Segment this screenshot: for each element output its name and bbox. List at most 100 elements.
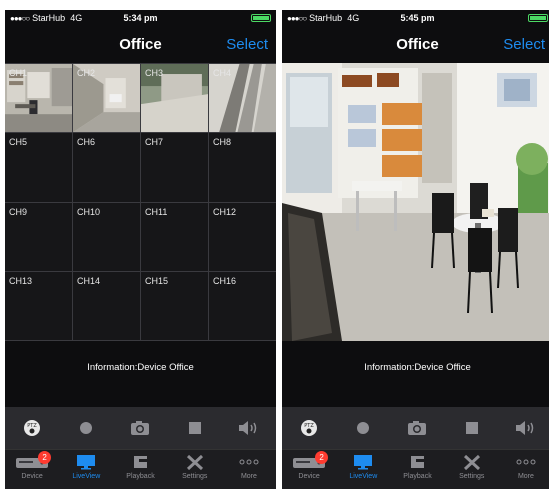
tab-more[interactable]: More	[499, 450, 549, 489]
page-title: Office	[396, 36, 439, 53]
snapshot-icon[interactable]	[405, 417, 429, 439]
liveview-icon	[77, 455, 96, 470]
stop-icon[interactable]	[183, 417, 207, 439]
tab-device[interactable]: 2 Device	[282, 450, 336, 489]
channel-cell[interactable]: CH13	[5, 271, 72, 340]
more-icon	[239, 459, 259, 465]
tab-label: More	[240, 473, 257, 480]
channel-label: CH8	[213, 137, 232, 148]
select-button[interactable]: Select	[503, 36, 545, 53]
channel-cell[interactable]: CH7	[141, 133, 208, 202]
nav-bar: Office Select	[5, 26, 276, 63]
tab-more[interactable]: More	[222, 450, 276, 489]
channel-label: CH3	[145, 68, 164, 78]
tab-label: More	[517, 473, 534, 480]
channel-cell[interactable]: CH14	[73, 271, 140, 340]
status-time: 5:34 pm	[123, 13, 158, 23]
phone-liveview-fullscreen: ●●●○○ StarHub 4G 5:45 pm Office Select I…	[282, 10, 549, 489]
channel-label: CH6	[77, 137, 96, 148]
carrier-name: StarHub	[32, 13, 66, 23]
liveview-toolbar: PTZ	[5, 407, 276, 449]
channel-cell[interactable]: CH9	[5, 202, 72, 271]
channel-label: CH9	[9, 206, 28, 217]
channel-cell[interactable]: CH8	[209, 133, 276, 202]
channel-label: CH14	[77, 275, 101, 286]
tab-liveview[interactable]: LiveView	[59, 450, 113, 489]
tab-settings[interactable]: Settings	[168, 450, 222, 489]
record-icon[interactable]	[74, 417, 98, 439]
battery-icon	[251, 14, 271, 22]
tab-label: LiveView	[349, 473, 378, 480]
signal-dots: ●●●○○	[287, 13, 307, 23]
svg-text:PTZ: PTZ	[304, 423, 314, 429]
battery-icon	[528, 14, 548, 22]
tab-playback[interactable]: Playback	[113, 450, 167, 489]
channel-label: CH13	[9, 275, 33, 286]
record-icon[interactable]	[351, 417, 375, 439]
tab-label: Device	[298, 473, 320, 480]
channel-cell[interactable]: CH2	[73, 64, 140, 133]
channel-label: CH11	[145, 206, 168, 217]
audio-icon[interactable]	[237, 417, 261, 439]
tab-label: Device	[21, 473, 43, 480]
channel-label: CH16	[213, 275, 237, 286]
channel-label: CH4	[213, 68, 232, 78]
notification-badge: 2	[38, 451, 52, 464]
channel-label: CH7	[145, 137, 164, 148]
tab-bar: 2 Device LiveView Playback Settings More	[282, 449, 549, 489]
channel-cell[interactable]: CH12	[209, 202, 276, 271]
channel-label: CH10	[77, 206, 101, 217]
ptz-icon[interactable]: PTZ	[20, 417, 44, 439]
spacer	[282, 393, 549, 407]
nav-bar: Office Select	[282, 26, 549, 63]
stop-icon[interactable]	[460, 417, 484, 439]
ptz-icon[interactable]: PTZ	[297, 417, 321, 439]
settings-icon	[186, 454, 203, 470]
tab-label: Settings	[459, 473, 485, 480]
tab-label: Playback	[403, 473, 432, 480]
tab-liveview[interactable]: LiveView	[336, 450, 390, 489]
snapshot-icon[interactable]	[128, 417, 152, 439]
network-type: 4G	[70, 13, 83, 23]
channel-cell[interactable]: CH1	[5, 64, 72, 133]
audio-icon[interactable]	[514, 417, 538, 439]
network-type: 4G	[347, 13, 360, 23]
channel-label: CH12	[213, 206, 237, 217]
tab-label: LiveView	[72, 473, 101, 480]
channel-cell[interactable]: CH4	[209, 64, 276, 133]
tab-label: Settings	[182, 473, 208, 480]
carrier-name: StarHub	[309, 13, 343, 23]
device-information: Information:Device Office	[282, 341, 549, 393]
office-camera-image	[282, 63, 549, 341]
tab-device[interactable]: 2 Device	[5, 450, 59, 489]
tab-label: Playback	[126, 473, 155, 480]
channel-cell[interactable]: CH3	[141, 64, 208, 133]
playback-icon	[133, 456, 147, 468]
more-icon	[516, 459, 536, 465]
select-button[interactable]: Select	[226, 36, 268, 53]
channel-cell[interactable]: CH6	[73, 133, 140, 202]
signal-dots: ●●●○○	[10, 13, 30, 23]
channel-label: CH15	[145, 275, 169, 286]
status-time: 5:45 pm	[400, 13, 435, 23]
camera-video-feed[interactable]	[282, 63, 549, 341]
channel-cell[interactable]: CH15	[141, 271, 208, 340]
tab-playback[interactable]: Playback	[390, 450, 444, 489]
playback-icon	[410, 456, 424, 468]
channel-cell[interactable]: CH10	[73, 202, 140, 271]
tab-settings[interactable]: Settings	[445, 450, 499, 489]
device-information: Information:Device Office	[5, 341, 276, 393]
svg-text:PTZ: PTZ	[27, 423, 37, 429]
liveview-icon	[354, 455, 373, 470]
status-bar: ●●●○○ StarHub 4G 5:34 pm	[5, 10, 276, 26]
page-title: Office	[119, 36, 162, 53]
channel-grid: CH1 CH2 CH3 CH4 CH5 CH6 CH7 CH8 CH9 CH10…	[5, 63, 276, 341]
spacer	[5, 393, 276, 407]
channel-cell[interactable]: CH5	[5, 133, 72, 202]
channel-cell[interactable]: CH16	[209, 271, 276, 340]
liveview-toolbar: PTZ	[282, 407, 549, 449]
settings-icon	[463, 454, 480, 470]
channel-cell[interactable]: CH11	[141, 202, 208, 271]
status-bar: ●●●○○ StarHub 4G 5:45 pm	[282, 10, 549, 26]
channel-label: CH1	[9, 68, 28, 78]
